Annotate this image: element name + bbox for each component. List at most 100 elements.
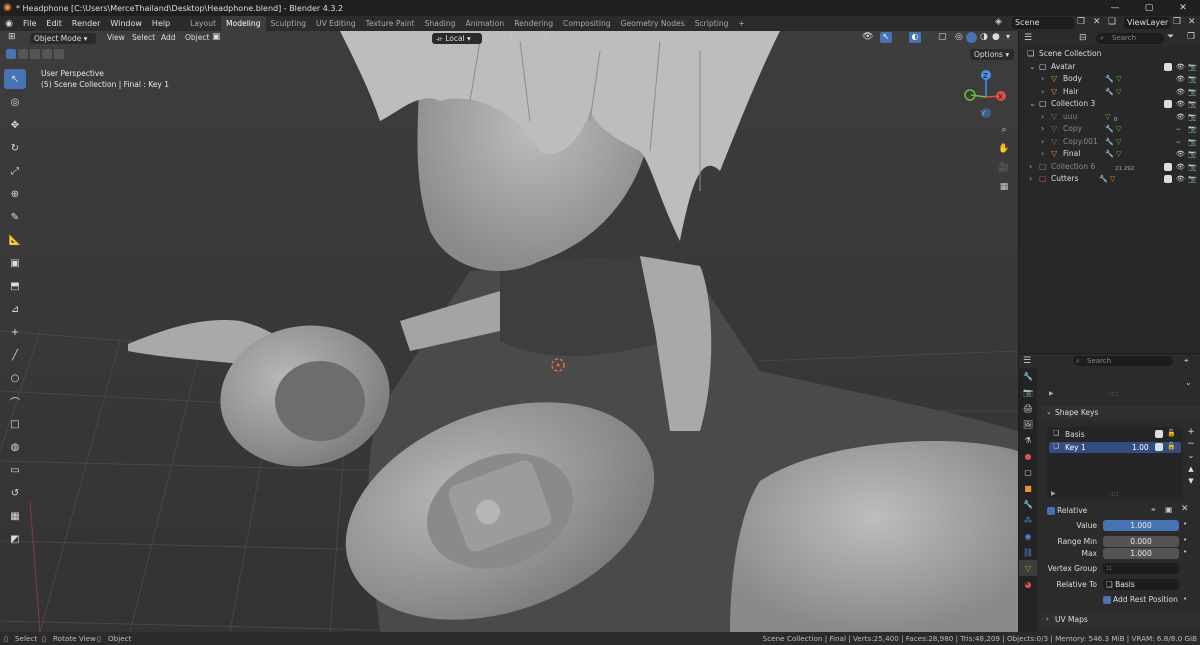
tab-sculpting[interactable]: Sculpting xyxy=(266,16,311,31)
world-tab-icon[interactable]: ● xyxy=(1019,448,1037,464)
clear-shape-key-icon[interactable]: ✕ xyxy=(1181,504,1189,514)
value-keyframe-dot[interactable]: • xyxy=(1183,520,1187,528)
camera-view-icon[interactable]: 🎥 xyxy=(996,160,1012,176)
outliner-row-cutters[interactable]: › ▢ Cutters 🔧 ▽ 👁 📷 xyxy=(1019,173,1200,185)
move-tool-icon[interactable]: ✥ xyxy=(4,115,26,135)
expand-chevron-icon[interactable]: › xyxy=(1041,111,1044,123)
render-camera-icon[interactable]: 📷 xyxy=(1188,111,1197,123)
expand-chevron-icon[interactable]: › xyxy=(1041,73,1044,85)
menu-window[interactable]: Window xyxy=(105,19,147,28)
render-camera-icon[interactable]: 📷 xyxy=(1188,86,1197,98)
shape-key-specials-icon[interactable]: ⌄ xyxy=(1185,451,1197,465)
pivot-icon[interactable]: ▣ xyxy=(212,32,221,42)
overlay-toggle-icon[interactable]: ◐ xyxy=(909,32,921,43)
plane-tool-icon[interactable]: □ xyxy=(4,414,26,434)
view-layer-remove-icon[interactable]: ✕ xyxy=(1188,17,1196,27)
outliner-row-copy[interactable]: › ▽ Copy 🔧 ▽ ⌣ 📷 xyxy=(1019,123,1200,135)
expand-chevron-icon[interactable]: ⌄ xyxy=(1029,98,1036,110)
shape-keys-header[interactable]: ⌄ Shape Keys xyxy=(1041,406,1200,420)
visibility-eye-icon[interactable]: 👁 xyxy=(1176,161,1185,173)
wireframe-shading-icon[interactable]: ◎ xyxy=(955,32,963,42)
cursor-tool-icon[interactable]: ◎ xyxy=(4,92,26,112)
scene-copy-icon[interactable]: ❐ xyxy=(1077,17,1085,27)
exclude-checkbox[interactable] xyxy=(1164,175,1172,183)
snap-icon[interactable]: ⊹ xyxy=(508,32,516,42)
expand-chevron-icon[interactable]: › xyxy=(1041,136,1044,148)
render-camera-icon[interactable]: 📷 xyxy=(1188,98,1197,110)
render-camera-icon[interactable]: 📷 xyxy=(1188,123,1197,135)
sphere-tool-icon[interactable]: ◍ xyxy=(4,437,26,457)
outliner-row-avatar[interactable]: ⌄ ▢ Avatar 👁 📷 xyxy=(1019,61,1200,73)
gizmo-toggle-icon[interactable]: ↖ xyxy=(880,32,892,43)
scale-tool-icon[interactable]: ⤢ xyxy=(4,161,26,181)
mode-selector[interactable]: Object Mode ▾ xyxy=(30,33,96,44)
curve-tool-icon[interactable]: ⌒ xyxy=(4,391,26,411)
measure-tool-icon[interactable]: 📐 xyxy=(4,230,26,250)
display-mode-icon[interactable]: ⊟ xyxy=(1079,33,1087,43)
render-camera-icon[interactable]: 📷 xyxy=(1188,136,1197,148)
outliner-row-hair[interactable]: › ▽ Hair 🔧 ▽ 👁 📷 xyxy=(1019,86,1200,98)
visibility-eye-icon[interactable]: ⌣ xyxy=(1176,136,1181,148)
inset-tool-icon[interactable]: ⊿ xyxy=(4,299,26,319)
select-mode-invert-icon[interactable] xyxy=(42,49,52,59)
tab-geometry-nodes[interactable]: Geometry Nodes xyxy=(616,16,690,31)
pin-icon[interactable]: ⌖ xyxy=(1184,356,1189,366)
edge-tool-icon[interactable]: ╱ xyxy=(4,345,26,365)
constraints-tab-icon[interactable]: ⛓ xyxy=(1019,544,1037,560)
proportional-edit-icon[interactable]: ⊙ xyxy=(543,32,551,42)
move-down-icon[interactable]: ▼ xyxy=(1185,477,1197,489)
blender-menu-icon[interactable]: ◉ xyxy=(0,19,18,29)
tab-shading[interactable]: Shading xyxy=(420,16,461,31)
uv-maps-header[interactable]: › UV Maps xyxy=(1041,613,1200,627)
select-box-tool-icon[interactable]: ↖ xyxy=(4,69,26,89)
cutter-modifier-icon[interactable]: 🔧 ▽ xyxy=(1099,173,1115,185)
render-tab-icon[interactable]: 📷 xyxy=(1019,384,1037,400)
material-shading-icon[interactable]: ◑ xyxy=(980,32,988,42)
shape-key-edit-mode-icon[interactable]: ▣ xyxy=(1165,505,1173,514)
view-layer-icon[interactable]: ❏ xyxy=(1108,17,1116,27)
new-collection-icon[interactable]: ❐ xyxy=(1187,32,1195,42)
add-workspace-icon[interactable]: + xyxy=(733,16,749,31)
expand-chevron-icon[interactable]: ⌄ xyxy=(1029,61,1036,73)
add-rest-position-checkbox[interactable] xyxy=(1103,596,1111,604)
vertex-groups-menu-icon[interactable]: ⌄ xyxy=(1185,378,1192,387)
relative-to-field[interactable]: ❑ Basis xyxy=(1103,579,1179,590)
spin-tool-icon[interactable]: ↺ xyxy=(4,483,26,503)
relative-checkbox[interactable] xyxy=(1047,507,1055,515)
transform-tool-icon[interactable]: ⊕ xyxy=(4,184,26,204)
filter-icon[interactable]: ⏷ xyxy=(1167,32,1174,42)
add-shape-key-icon[interactable]: + xyxy=(1185,427,1197,439)
shape-key-lock-icon[interactable]: 🔓 xyxy=(1167,442,1176,450)
shape-key-mute-checkbox[interactable] xyxy=(1155,443,1163,451)
expand-chevron-icon[interactable]: › xyxy=(1041,86,1044,98)
visibility-eye-icon[interactable]: 👁 xyxy=(1176,98,1185,110)
vertex-tool-icon[interactable]: + xyxy=(4,322,26,342)
shape-key-row-key1[interactable]: ❑ Key 1 1.00 🔓 xyxy=(1049,442,1181,453)
menu-file[interactable]: File xyxy=(18,19,41,28)
viewport-scene[interactable] xyxy=(0,31,1018,632)
range-min-field[interactable]: 0.000 xyxy=(1103,536,1179,547)
view-layer-copy-icon[interactable]: ❐ xyxy=(1173,17,1181,27)
grid-tool-icon[interactable]: ▦ xyxy=(4,506,26,526)
list-resize-handle[interactable]: :::: xyxy=(1109,390,1118,398)
data-tab-icon[interactable]: ▽ xyxy=(1019,560,1037,576)
outliner-row-final[interactable]: › ▽ Final 🔧 ▽ 👁 📷 xyxy=(1019,148,1200,160)
tab-rendering[interactable]: Rendering xyxy=(509,16,558,31)
select-mode-extend-icon[interactable] xyxy=(18,49,28,59)
outliner-search-field[interactable]: ⌕ Search xyxy=(1096,33,1164,44)
shape-tool-icon[interactable]: ▭ xyxy=(4,460,26,480)
visibility-eye-icon[interactable]: 👁 xyxy=(1176,86,1185,98)
rest-position-keyframe-dot[interactable]: • xyxy=(1183,595,1187,603)
select-mode-intersect-icon[interactable] xyxy=(54,49,64,59)
max-field[interactable]: 1.000 xyxy=(1103,548,1179,559)
particles-tab-icon[interactable]: ⁂ xyxy=(1019,512,1037,528)
visibility-eye-icon[interactable]: 👁 xyxy=(1176,148,1185,160)
view-layer-selector[interactable]: ViewLayer xyxy=(1124,17,1170,29)
physics-tab-icon[interactable]: ◉ xyxy=(1019,528,1037,544)
scene-selector[interactable]: Scene xyxy=(1012,17,1074,29)
select-mode-subtract-icon[interactable] xyxy=(30,49,40,59)
shape-key-lock-icon[interactable]: 🔓 xyxy=(1167,429,1176,437)
scene-remove-icon[interactable]: ✕ xyxy=(1093,17,1101,27)
outliner-row-scene-collection[interactable]: ❏ Scene Collection xyxy=(1019,48,1200,60)
range-min-keyframe-dot[interactable]: • xyxy=(1183,536,1187,544)
